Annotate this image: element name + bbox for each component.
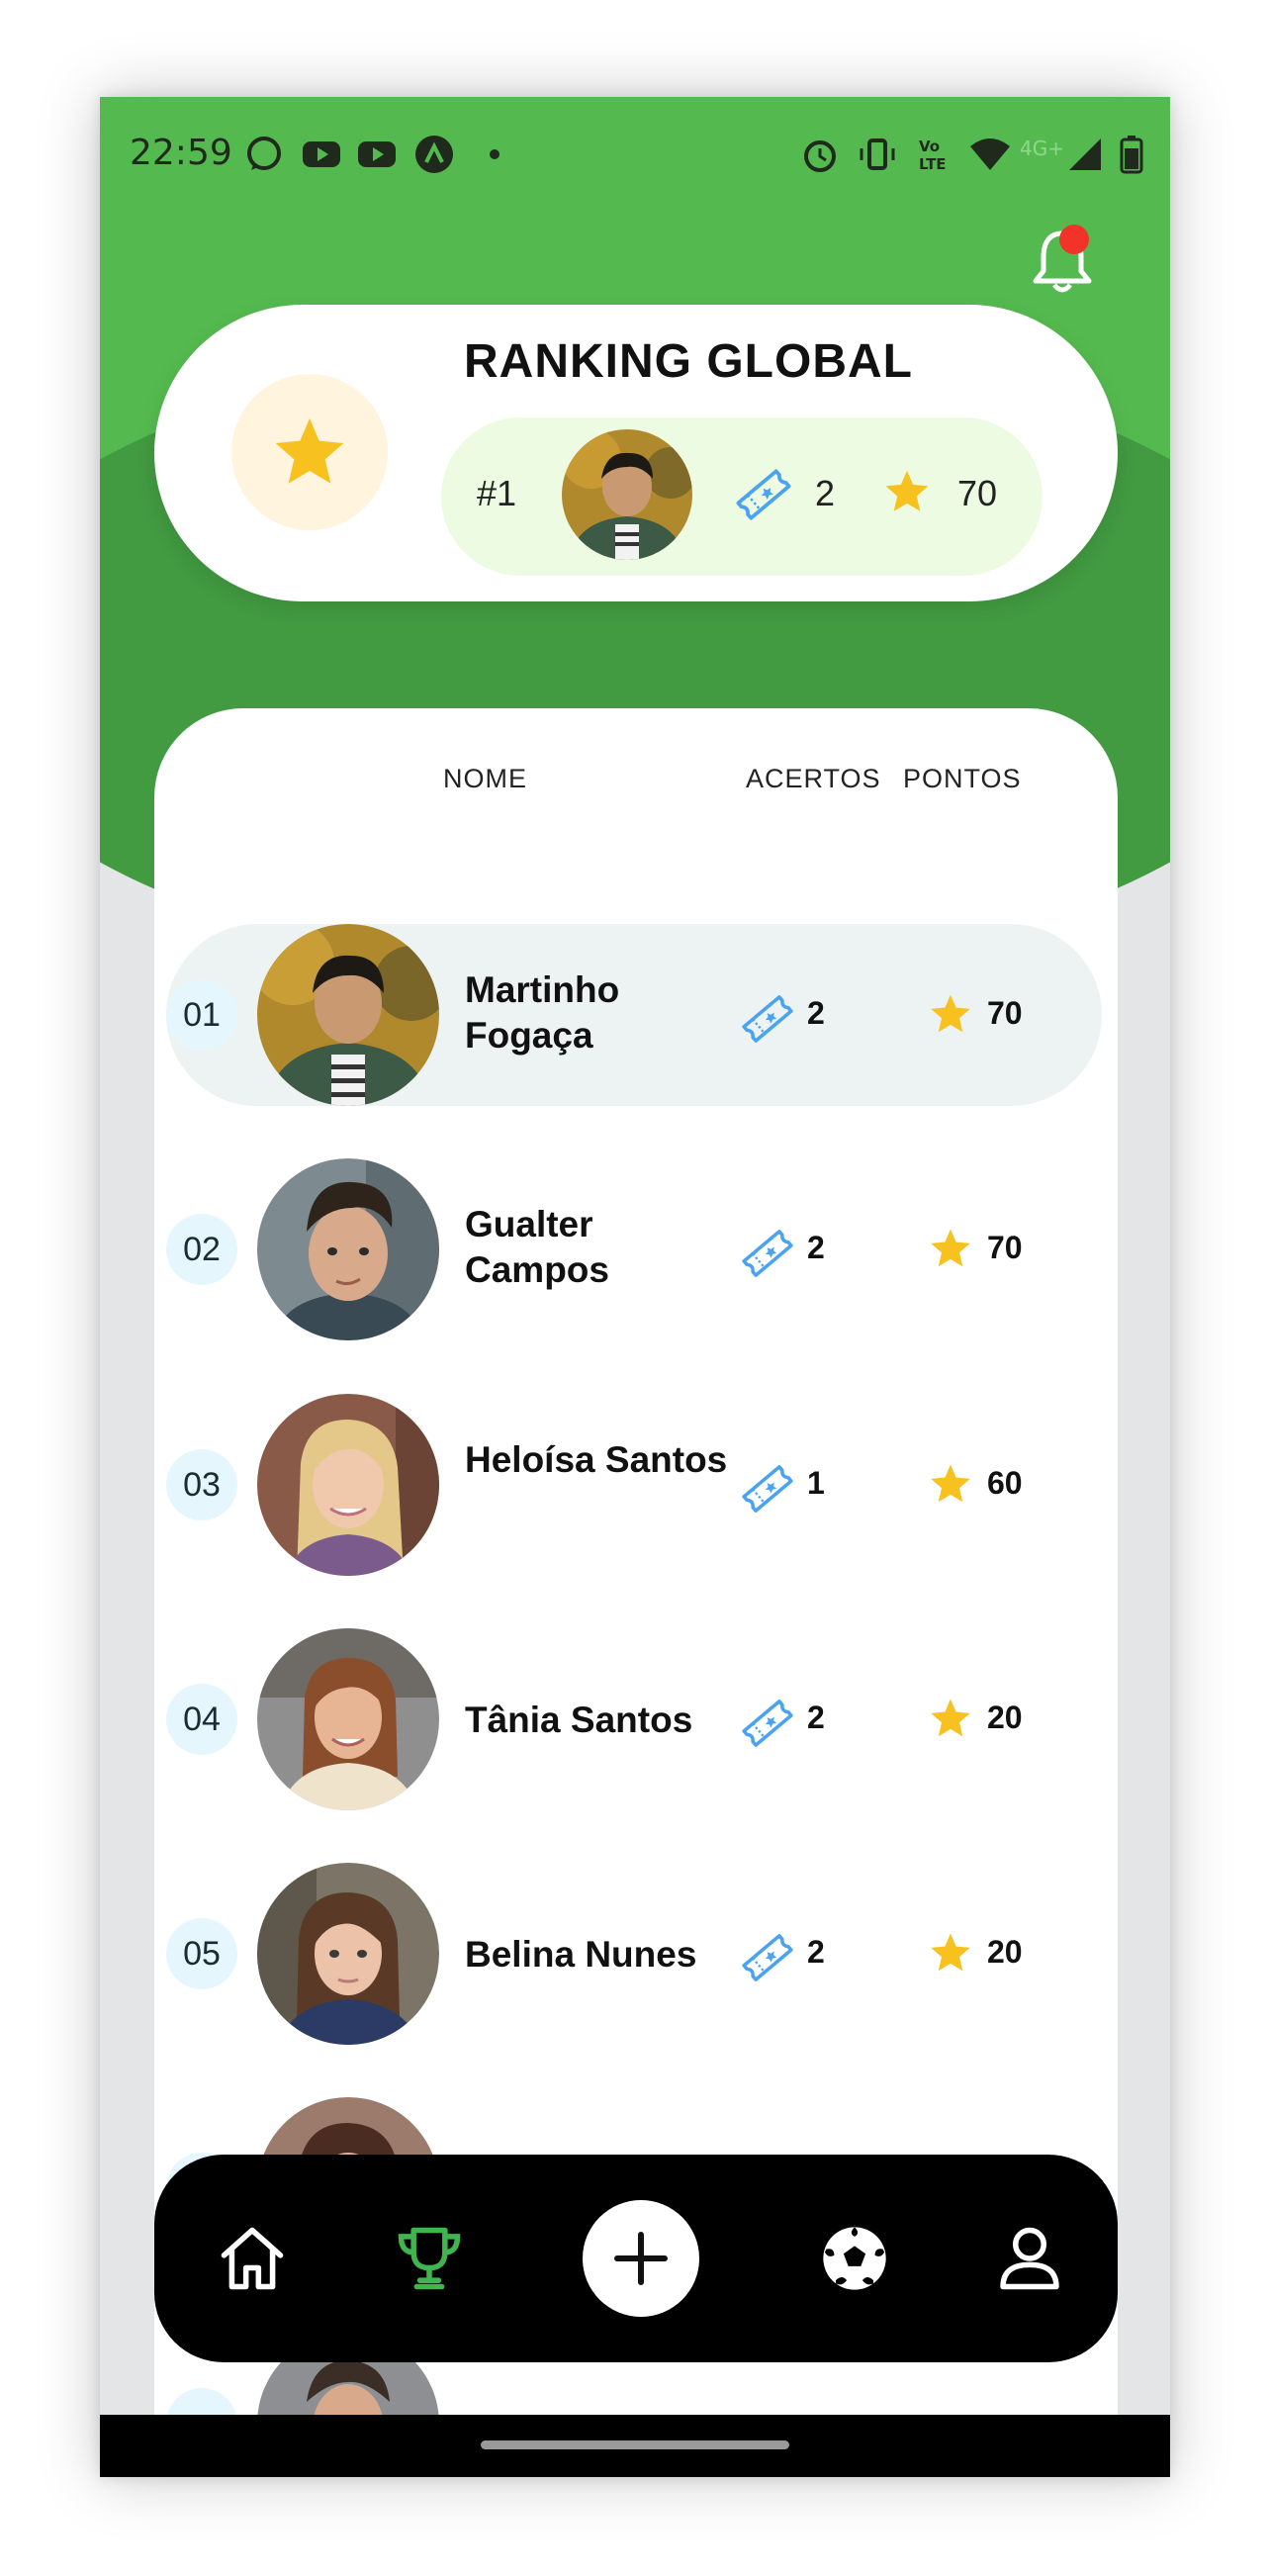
ticket-icon (742, 1934, 793, 1981)
rank-position: 04 (166, 1684, 237, 1755)
ranking-row[interactable]: 01 Martinho Fogaça 2 70 (166, 924, 1102, 1106)
player-name: Belina Nunes (465, 1934, 697, 1975)
star-icon (931, 1699, 970, 1737)
player-name: Martinho Fogaça (465, 969, 620, 1056)
star-icon (931, 1229, 970, 1267)
avatar (257, 1628, 439, 1810)
notification-badge (1059, 225, 1089, 254)
ticket-icon (742, 1465, 793, 1513)
nav-ranking[interactable] (385, 2214, 474, 2303)
player-name: Tânia Santos (465, 1700, 693, 1740)
app-screen: 22:59 Vo LTE 4G+ RANKING GLOBAL #1 2 70 … (100, 97, 1170, 2477)
signal-icon (1069, 138, 1101, 170)
ranking-row[interactable]: 02 Gualter Campos 2 70 (166, 1158, 1102, 1340)
nav-profile[interactable] (985, 2214, 1074, 2303)
avatar (257, 1158, 439, 1340)
home-icon (221, 2227, 284, 2290)
ranking-header-card: RANKING GLOBAL #1 2 70 (154, 305, 1118, 601)
my-points: 70 (957, 473, 998, 513)
my-rank-summary[interactable]: #1 2 70 (441, 417, 1043, 576)
bottom-navigation (154, 2155, 1118, 2362)
player-points: 20 (987, 1700, 1023, 1735)
system-navigation-bar (100, 2415, 1170, 2477)
add-icon (614, 2232, 668, 2285)
page-title: RANKING GLOBAL (464, 335, 913, 388)
rank-position: 01 (166, 979, 237, 1051)
player-name: Gualter Campos (465, 1204, 609, 1290)
ticket-icon (742, 1700, 793, 1747)
trophy-icon (398, 2227, 461, 2290)
status-bar: 22:59 Vo LTE 4G+ (100, 97, 1170, 206)
status-time: 22:59 (130, 133, 232, 173)
player-hits: 2 (807, 1230, 825, 1265)
ranking-row[interactable]: 04 Tânia Santos 2 20 (166, 1628, 1102, 1810)
my-avatar (562, 429, 692, 560)
player-points: 70 (987, 1230, 1023, 1265)
volte-icon: Vo LTE (919, 138, 947, 173)
youtube-icon (303, 141, 340, 167)
more-notifications-icon (490, 149, 499, 159)
network-type: 4G+ (1020, 137, 1064, 160)
star-icon (931, 1933, 970, 1972)
profile-icon (1000, 2227, 1059, 2290)
add-button[interactable] (583, 2200, 699, 2317)
youtube-icon (358, 141, 396, 167)
vibrate-icon (860, 138, 895, 170)
column-header-points: PONTOS (903, 764, 1022, 793)
ranking-star-badge (231, 374, 388, 530)
star-icon (931, 1464, 970, 1503)
player-hits: 2 (807, 995, 825, 1031)
wifi-icon (970, 138, 1010, 170)
battery-icon (1120, 136, 1143, 174)
nav-matches[interactable] (810, 2214, 899, 2303)
my-rank-position: #1 (477, 473, 517, 513)
avatar (257, 924, 439, 1106)
alarm-icon (804, 140, 836, 172)
column-header-name: NOME (443, 764, 527, 793)
whatsapp-icon (247, 137, 281, 170)
nav-home[interactable] (208, 2214, 297, 2303)
ticket-icon (742, 995, 793, 1043)
svg-text:Vo: Vo (919, 138, 940, 155)
player-name: Heloísa Santos (465, 1439, 728, 1480)
rank-position: 02 (166, 1214, 237, 1285)
soccer-ball-icon (823, 2227, 886, 2290)
avatar (257, 1394, 439, 1576)
column-header-hits: ACERTOS (746, 764, 881, 793)
player-hits: 2 (807, 1934, 825, 1970)
star-icon (885, 470, 929, 511)
my-hits: 2 (815, 473, 836, 513)
ranking-row[interactable]: 03 Heloísa Santos 1 60 (166, 1394, 1102, 1576)
player-points: 20 (987, 1934, 1023, 1970)
star-icon (931, 994, 970, 1033)
player-hits: 1 (807, 1465, 825, 1501)
player-points: 60 (987, 1465, 1023, 1501)
rank-position: 03 (166, 1449, 237, 1520)
star-icon (275, 418, 344, 484)
player-hits: 2 (807, 1700, 825, 1735)
home-indicator[interactable] (481, 2440, 789, 2449)
svg-text:LTE: LTE (919, 155, 947, 173)
ticket-icon (742, 1230, 793, 1277)
app-notification-icon (415, 136, 453, 173)
player-points: 70 (987, 995, 1023, 1031)
avatar (257, 1863, 439, 2045)
ranking-row[interactable]: 05 Belina Nunes 2 20 (166, 1863, 1102, 2045)
ticket-icon (736, 469, 791, 520)
rank-position: 05 (166, 1918, 237, 1989)
